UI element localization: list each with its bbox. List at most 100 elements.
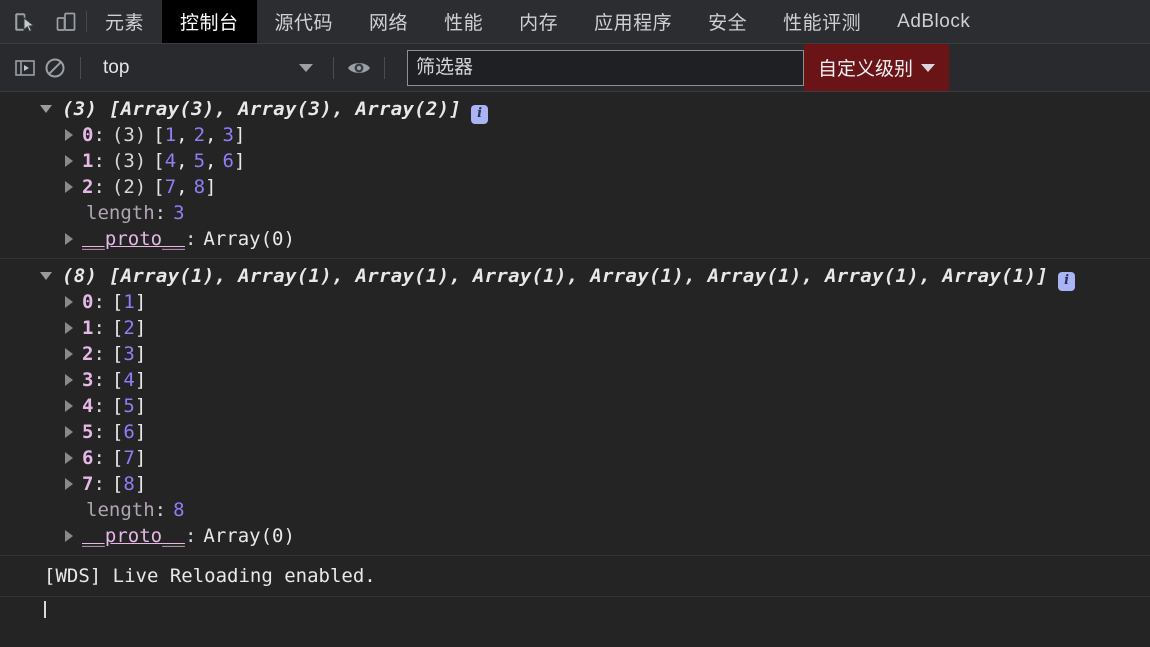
proto-property-row[interactable]: __proto__: Array(0) [0, 226, 1150, 252]
chevron-down-icon [299, 63, 313, 72]
tab-network[interactable]: 网络 [351, 0, 426, 43]
object-property-row[interactable]: 2: [3] [0, 341, 1150, 367]
console-prompt[interactable] [0, 597, 1150, 621]
disclosure-triangle-closed-icon[interactable] [62, 174, 78, 200]
tab-performance[interactable]: 性能 [426, 0, 501, 43]
object-property-row[interactable]: 1: [2] [0, 315, 1150, 341]
length-property-row: length: 3 [0, 200, 1150, 226]
bracket-close: ] [233, 150, 246, 172]
array-value: 4 [123, 369, 135, 391]
property-key: 3 [82, 369, 94, 391]
tab-elements[interactable]: 元素 [87, 0, 162, 43]
panel-tabs: 元素 控制台 源代码 网络 性能 内存 应用程序 安全 性能评测 AdBlock [87, 0, 1150, 43]
disclosure-triangle-closed-icon[interactable] [62, 367, 78, 393]
array-length-hint: (3) [111, 150, 147, 172]
array-preview-summary: (3) [Array(3), Array(3), Array(2)] [62, 98, 462, 120]
proto-key: __proto__ [82, 228, 185, 250]
tab-lighthouse-label: 性能评测 [783, 13, 862, 34]
object-property-row[interactable]: 5: [6] [0, 419, 1150, 445]
info-badge-icon[interactable]: i [471, 104, 489, 124]
proto-value: Array(0) [203, 228, 295, 250]
property-key: 6 [82, 447, 94, 469]
colon: : [184, 228, 197, 250]
tab-sources[interactable]: 源代码 [257, 0, 352, 43]
colon: : [184, 525, 197, 547]
console-sidebar-toggle-icon[interactable] [10, 53, 40, 83]
tabbar-icon-group [0, 0, 86, 43]
object-property-row[interactable]: 2: (2) [7, 8] [0, 174, 1150, 200]
comma: , [176, 150, 188, 172]
object-property-row[interactable]: 6: [7] [0, 445, 1150, 471]
bracket-open: [ [111, 343, 124, 365]
array-value: 5 [193, 150, 206, 172]
bracket-open: [ [111, 395, 124, 417]
proto-property-row[interactable]: __proto__: Array(0) [0, 523, 1150, 549]
disclosure-triangle-closed-icon[interactable] [62, 445, 78, 471]
tab-application[interactable]: 应用程序 [576, 0, 690, 43]
bracket-open: [ [111, 291, 124, 313]
console-filter-input[interactable] [407, 49, 804, 86]
tab-console[interactable]: 控制台 [162, 0, 257, 43]
length-value: 8 [173, 499, 185, 521]
console-group: (3) [Array(3), Array(3), Array(2)] i 0: … [0, 92, 1150, 259]
clear-console-icon[interactable] [40, 53, 70, 83]
bracket-close: ] [134, 291, 147, 313]
disclosure-triangle-closed-icon[interactable] [62, 226, 78, 252]
length-key: length [86, 499, 155, 521]
property-key: 1 [82, 317, 94, 339]
tab-memory-label: 内存 [519, 13, 559, 34]
toolbar-divider-1 [80, 56, 81, 79]
object-property-row[interactable]: 0: [1] [0, 289, 1150, 315]
disclosure-triangle-open-icon[interactable] [40, 96, 56, 122]
disclosure-triangle-closed-icon[interactable] [62, 289, 78, 315]
live-expression-eye-icon[interactable] [344, 53, 374, 83]
proto-value: Array(0) [203, 525, 295, 547]
disclosure-triangle-closed-icon[interactable] [62, 419, 78, 445]
console-group-summary-row[interactable]: (3) [Array(3), Array(3), Array(2)] i [0, 96, 1150, 124]
object-property-row[interactable]: 0: (3) [1, 2, 3] [0, 122, 1150, 148]
devtools-tabbar: 元素 控制台 源代码 网络 性能 内存 应用程序 安全 性能评测 AdBlock [0, 0, 1150, 44]
devtools-window: 元素 控制台 源代码 网络 性能 内存 应用程序 安全 性能评测 AdBlock [0, 0, 1150, 647]
object-property-row[interactable]: 4: [5] [0, 393, 1150, 419]
inspect-element-icon[interactable] [10, 8, 38, 36]
disclosure-triangle-closed-icon[interactable] [62, 122, 78, 148]
object-property-row[interactable]: 7: [8] [0, 471, 1150, 497]
bracket-close: ] [134, 343, 147, 365]
colon: : [93, 447, 105, 469]
tab-adblock[interactable]: AdBlock [879, 0, 988, 43]
console-group-summary-row[interactable]: (8) [Array(1), Array(1), Array(1), Array… [0, 263, 1150, 291]
disclosure-triangle-closed-icon[interactable] [62, 315, 78, 341]
disclosure-triangle-open-icon[interactable] [40, 263, 56, 289]
property-key: 1 [82, 150, 94, 172]
colon: : [93, 343, 105, 365]
disclosure-triangle-closed-icon[interactable] [62, 393, 78, 419]
array-preview-summary: (8) [Array(1), Array(1), Array(1), Array… [62, 265, 1049, 287]
execution-context-value: top [103, 56, 130, 78]
console-output: (3) [Array(3), Array(3), Array(2)] i 0: … [0, 92, 1150, 647]
property-key: 7 [82, 473, 94, 495]
console-log-message: [WDS] Live Reloading enabled. [0, 556, 1150, 597]
device-toolbar-icon[interactable] [52, 8, 80, 36]
log-level-dropdown[interactable]: 自定义级别 [804, 44, 950, 91]
disclosure-triangle-closed-icon[interactable] [62, 471, 78, 497]
object-property-row[interactable]: 1: (3) [4, 5, 6] [0, 148, 1150, 174]
property-key: 2 [82, 343, 94, 365]
toolbar-divider-3 [384, 56, 385, 79]
tab-memory[interactable]: 内存 [501, 0, 576, 43]
bracket-open: [ [111, 473, 124, 495]
tab-lighthouse[interactable]: 性能评测 [765, 0, 879, 43]
length-property-row: length: 8 [0, 497, 1150, 523]
bracket-open: [ [153, 176, 165, 198]
bracket-close: ] [205, 176, 217, 198]
object-property-row[interactable]: 3: [4] [0, 367, 1150, 393]
info-badge-icon[interactable]: i [1058, 271, 1076, 291]
toolbar-divider-2 [333, 56, 334, 79]
disclosure-triangle-closed-icon[interactable] [62, 148, 78, 174]
execution-context-selector[interactable]: top [91, 57, 323, 79]
colon: : [93, 176, 105, 198]
tab-security[interactable]: 安全 [690, 0, 765, 43]
disclosure-triangle-closed-icon[interactable] [62, 341, 78, 367]
bracket-open: [ [153, 124, 165, 146]
tab-network-label: 网络 [369, 13, 409, 34]
disclosure-triangle-closed-icon[interactable] [62, 523, 78, 549]
